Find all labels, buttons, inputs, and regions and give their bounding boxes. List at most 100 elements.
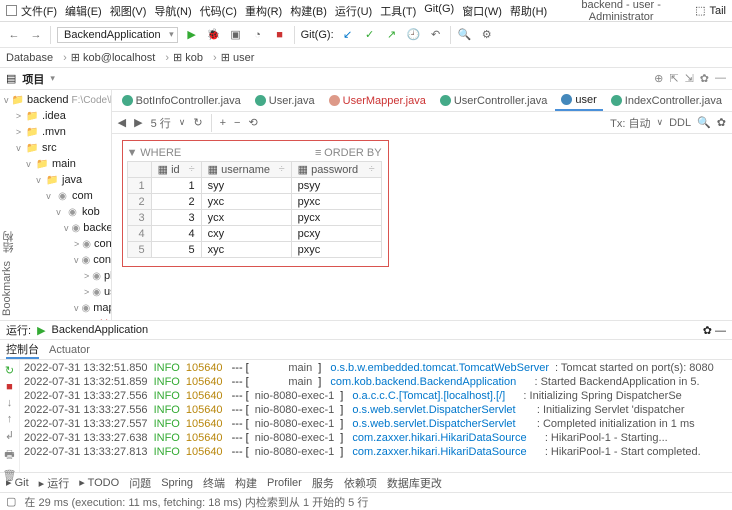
filter-icon[interactable]: ▼ (127, 147, 138, 159)
table-row[interactable]: 11syypsyy (127, 178, 381, 194)
menu-item[interactable]: 文件(F) (21, 3, 57, 19)
editor-tab[interactable]: UserController.java (434, 91, 554, 111)
menu-item[interactable]: 工具(T) (380, 3, 416, 19)
hide-icon[interactable]: — (715, 72, 726, 85)
search-icon[interactable]: 🔍 (457, 27, 473, 43)
bottom-tab[interactable]: 终端 (203, 475, 225, 491)
col-header[interactable]: ▦ id ÷ (151, 162, 201, 178)
bottom-tab[interactable]: 依赖项 (344, 475, 377, 491)
collapse-icon[interactable]: ⇲ (685, 72, 694, 85)
up-icon[interactable]: ↑ (7, 413, 13, 425)
table-row[interactable]: 22yxcpyxc (127, 194, 381, 210)
table-row[interactable]: 55xycpxyc (127, 242, 381, 258)
git-commit-icon[interactable]: ✓ (362, 27, 378, 43)
select-opened-icon[interactable]: ⊕ (654, 72, 663, 85)
bottom-tab[interactable]: 问题 (129, 475, 151, 491)
down-icon[interactable]: ↓ (7, 397, 13, 409)
next-page-icon[interactable]: ▶ (134, 116, 142, 129)
tail-icon[interactable]: Tail (709, 5, 726, 17)
menu-item[interactable]: 重构(R) (245, 3, 282, 19)
run-tab[interactable]: 控制台 (6, 341, 39, 359)
revert-icon[interactable]: ⟲ (248, 116, 257, 129)
tree-node[interactable]: v📁main (0, 156, 111, 172)
git-update-icon[interactable]: ↙ (340, 27, 356, 43)
col-header[interactable]: ▦ password ÷ (291, 162, 381, 178)
tree-node[interactable]: v◉kob (0, 204, 111, 220)
ddl-btn[interactable]: DDL (669, 117, 691, 129)
stop2-icon[interactable]: ■ (6, 381, 13, 393)
bottom-tab[interactable]: 服务 (312, 475, 334, 491)
rerun-icon[interactable]: ↻ (5, 364, 14, 377)
bottom-tab[interactable]: 构建 (235, 475, 257, 491)
prev-page-icon[interactable]: ◀ (118, 116, 126, 129)
tree-node[interactable]: v◉controller (0, 252, 111, 268)
bottom-tab[interactable]: 数据库更改 (387, 475, 442, 491)
settings-icon[interactable]: ⚙ (479, 27, 495, 43)
log-output[interactable]: 2022-07-31 13:32:51.850 INFO 105640 --- … (20, 360, 732, 472)
bottom-tab[interactable]: ▸ TODO (79, 476, 119, 489)
breadcrumb[interactable]: ⊞ kob@localhost (59, 51, 155, 64)
git-rollback-icon[interactable]: ↶ (428, 27, 444, 43)
tree-node[interactable]: v📁java (0, 172, 111, 188)
menu-item[interactable]: 导航(N) (154, 3, 191, 19)
run-tab[interactable]: Actuator (49, 344, 90, 356)
add-row-icon[interactable]: + (220, 117, 226, 129)
stop-icon[interactable]: ■ (272, 27, 288, 43)
search-data-icon[interactable]: 🔍 (697, 116, 711, 129)
menu-item[interactable]: 视图(V) (110, 3, 147, 19)
tree-node[interactable]: >📁.mvn (0, 124, 111, 140)
bottom-tab[interactable]: Profiler (267, 477, 302, 489)
menu-item[interactable]: 编辑(E) (65, 3, 102, 19)
menu-item[interactable]: 代码(C) (200, 3, 237, 19)
menu-item[interactable]: Git(G) (424, 3, 454, 19)
reload-icon[interactable]: ↻ (193, 116, 202, 129)
orderby-clause[interactable]: ORDER BY (324, 147, 381, 159)
fwd-icon[interactable]: → (28, 27, 44, 43)
new-ui-icon[interactable]: ⬚ (695, 4, 705, 17)
where-clause[interactable]: WHERE (140, 147, 315, 159)
tree-node[interactable]: >◉user (0, 284, 111, 300)
editor-tab[interactable]: BotInfoController.java (116, 91, 247, 111)
profile-icon[interactable]: ◔ (250, 27, 266, 43)
editor-tab[interactable]: IndexController.java (605, 91, 728, 111)
sort-icon[interactable]: ≡ (315, 147, 321, 159)
toolbar-gear-icon[interactable]: ✿ (717, 116, 726, 129)
bottom-tab[interactable]: ▸ 运行 (39, 475, 70, 491)
breadcrumb[interactable]: Database (6, 52, 53, 64)
run-settings-icon[interactable]: ✿ — (703, 324, 726, 337)
wrap-icon[interactable]: ↲ (5, 429, 14, 442)
left-toolstrip[interactable]: Bookmarks 结构 (0, 92, 16, 322)
bottom-tab[interactable]: ▸ Git (6, 476, 29, 489)
table-row[interactable]: 33ycxpycx (127, 210, 381, 226)
menu-item[interactable]: 窗口(W) (462, 3, 502, 19)
editor-tab[interactable]: UserMapper.java (323, 91, 432, 111)
editor-tab[interactable]: User.java (249, 91, 321, 111)
data-grid[interactable]: ▦ id ÷▦ username ÷▦ password ÷ 11syypsyy… (127, 161, 382, 258)
tree-node[interactable]: >📁.idea (0, 108, 111, 124)
editor-tab[interactable]: user (555, 91, 602, 111)
print-icon[interactable]: 🖶 (4, 446, 14, 465)
menu-item[interactable]: 构建(B) (290, 3, 327, 19)
structure-tab[interactable]: 结构 (1, 231, 15, 253)
table-row[interactable]: 44cxypcxy (127, 226, 381, 242)
tree-node[interactable]: >◉pk (0, 268, 111, 284)
del-row-icon[interactable]: − (234, 117, 240, 129)
breadcrumb[interactable]: ⊞ kob (161, 51, 203, 64)
project-tree[interactable]: v📁backend F:\Code\kob\backend>📁.idea>📁.m… (0, 90, 112, 320)
tree-node[interactable]: v◉com (0, 188, 111, 204)
tree-node[interactable]: v📁backend F:\Code\kob\backend (0, 92, 111, 108)
run-icon[interactable]: ▶ (184, 27, 200, 43)
run-config-combo[interactable]: BackendApplication (57, 27, 178, 43)
debug-icon[interactable]: 🐞 (206, 27, 222, 43)
col-header[interactable]: ▦ username ÷ (201, 162, 291, 178)
bottom-tab[interactable]: Spring (161, 477, 193, 489)
breadcrumb[interactable]: ⊞ user (209, 51, 254, 64)
menu-item[interactable]: 帮助(H) (510, 3, 547, 19)
bookmarks-tab[interactable]: Bookmarks (1, 261, 15, 316)
back-icon[interactable]: ← (6, 27, 22, 43)
tx-mode[interactable]: Tx: 自动 (610, 115, 650, 131)
git-push-icon[interactable]: ↗ (384, 27, 400, 43)
tree-node[interactable]: ⒾUserMapper (0, 316, 111, 320)
expand-icon[interactable]: ⇱ (669, 72, 678, 85)
coverage-icon[interactable]: ▣ (228, 27, 244, 43)
